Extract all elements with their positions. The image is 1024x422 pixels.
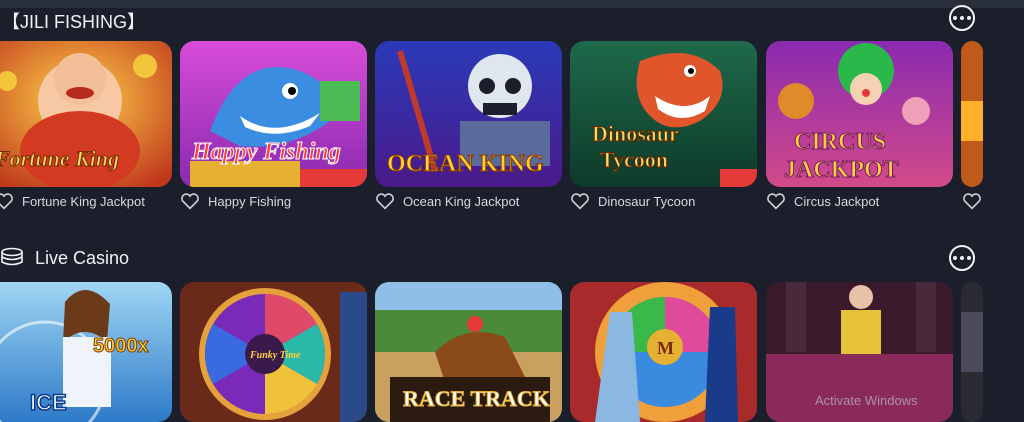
game-name: Ocean King Jackpot (403, 193, 520, 209)
live-game-partial[interactable] (961, 282, 983, 422)
game-thumb-fortune-king[interactable]: Fortune King (0, 41, 172, 187)
more-horizontal-icon[interactable] (949, 5, 975, 31)
game-caption[interactable]: Dinosaur Tycoon (570, 191, 695, 211)
partial-game-art (961, 41, 983, 187)
happy-fishing-art: Happy Fishing (180, 41, 367, 187)
funky-time-art: Funky Time (180, 282, 367, 422)
top-bar (0, 0, 1024, 8)
art-text: Fortune King (0, 146, 119, 171)
game-caption[interactable]: Ocean King Jackpot (375, 191, 519, 211)
game-name: Circus Jackpot (794, 193, 880, 209)
game-caption[interactable]: Fortune King Jackpot (0, 191, 145, 211)
live-game-race-track[interactable]: RACE TRACK (375, 282, 562, 422)
art-text: Dinosaur (592, 121, 679, 146)
game-name: Dinosaur Tycoon (598, 193, 696, 209)
game-caption[interactable]: Circus Jackpot (766, 191, 879, 211)
live-game-mega-wheel[interactable]: M (570, 282, 757, 422)
live-game-ice-fishing[interactable]: 5000x ICE (0, 282, 172, 422)
heart-outline-icon[interactable] (962, 192, 982, 210)
ice-fishing-art: 5000x ICE (0, 282, 172, 422)
game-thumb-dinosaur-tycoon[interactable]: Dinosaur Tycoon (570, 41, 757, 187)
game-name: Fortune King Jackpot (22, 193, 145, 209)
art-text: RACE TRACK (403, 386, 550, 411)
heart-outline-icon[interactable] (0, 192, 14, 210)
live-game-funky-time[interactable]: Funky Time (180, 282, 367, 422)
art-text: CIRCUS (794, 129, 886, 155)
art-text: Funky Time (249, 350, 301, 361)
more-horizontal-icon[interactable] (949, 245, 975, 271)
dinosaur-tycoon-art: Dinosaur Tycoon (570, 41, 757, 187)
game-thumb-partial[interactable] (961, 41, 983, 187)
os-watermark: Activate Windows (815, 393, 918, 408)
race-track-art: RACE TRACK (375, 282, 562, 422)
mega-wheel-art: M (570, 282, 757, 422)
heart-outline-icon[interactable] (766, 192, 786, 210)
heart-outline-icon[interactable] (570, 192, 590, 210)
game-thumb-happy-fishing[interactable]: Happy Fishing (180, 41, 367, 187)
game-caption[interactable]: Happy Fishing (180, 191, 291, 211)
fortune-king-art: Fortune King (0, 41, 172, 187)
game-name: Happy Fishing (208, 193, 292, 209)
casino-chip-stack-icon (1, 247, 23, 266)
partial-live-art (961, 282, 983, 422)
heart-outline-icon[interactable] (375, 192, 395, 210)
art-text: ICE (30, 390, 67, 415)
section-title-jili-fishing: 【JILI FISHING】 (2, 12, 146, 32)
art-text: 5000x (93, 335, 149, 357)
art-text: OCEAN KING (387, 151, 544, 177)
art-text: Tycoon (600, 147, 668, 172)
art-text: JACKPOT (784, 157, 899, 183)
circus-jackpot-art: CIRCUS JACKPOT (766, 41, 953, 187)
art-text: Happy Fishing (191, 139, 341, 165)
game-caption[interactable] (962, 191, 982, 211)
ocean-king-art: OCEAN KING (375, 41, 562, 187)
section-title-live-casino: Live Casino (35, 248, 130, 268)
art-text: M (657, 338, 674, 358)
game-thumb-circus-jackpot[interactable]: CIRCUS JACKPOT (766, 41, 953, 187)
heart-outline-icon[interactable] (180, 192, 200, 210)
game-thumb-ocean-king[interactable]: OCEAN KING (375, 41, 562, 187)
